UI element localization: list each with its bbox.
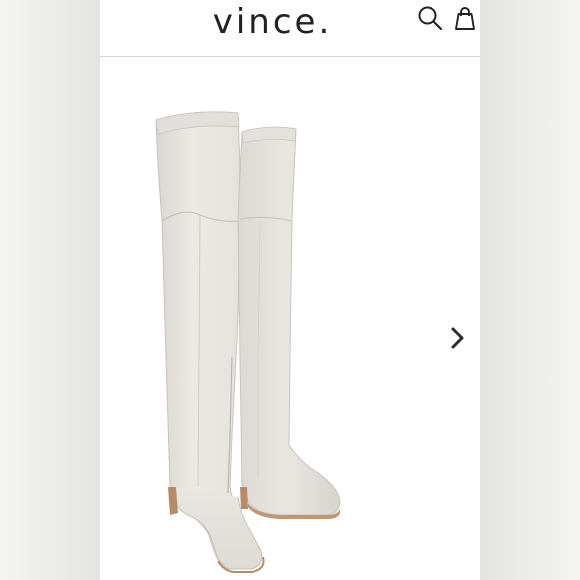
product-image-boots (155, 111, 341, 573)
product-image-carousel[interactable] (100, 57, 480, 580)
chevron-right-icon[interactable] (447, 324, 469, 352)
mobile-page: vince. (100, 0, 480, 580)
shopping-bag-icon[interactable] (451, 4, 479, 32)
blurred-side-left (0, 0, 100, 580)
screenshot-frame: vince. (0, 0, 580, 580)
search-icon[interactable] (416, 4, 444, 32)
site-header: vince. (100, 0, 480, 57)
brand-logo[interactable]: vince. (190, 0, 355, 44)
blurred-side-right (480, 0, 580, 580)
boot-back (237, 126, 341, 519)
